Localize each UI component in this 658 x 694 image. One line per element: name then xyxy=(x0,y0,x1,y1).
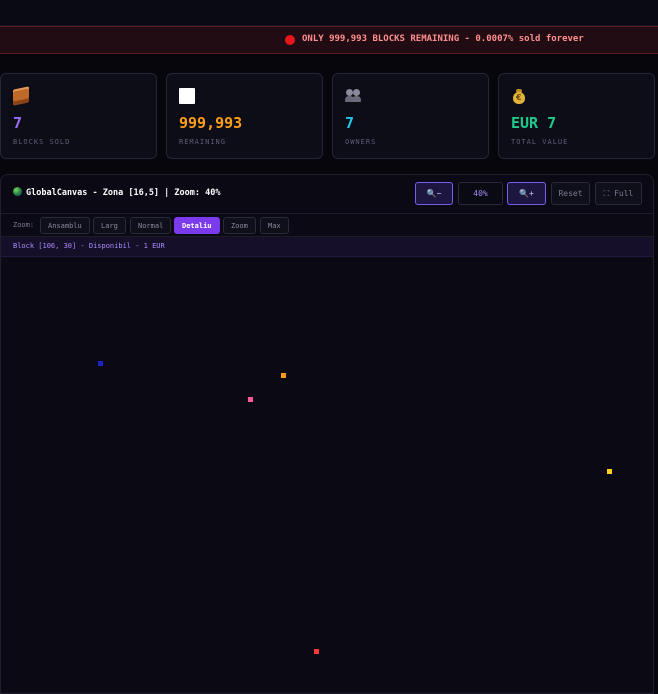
stat-label: BLOCKS SOLD xyxy=(13,138,71,146)
hover-info-bar: Block [106, 30] - Disponibil - 1 EUR xyxy=(1,237,653,257)
zoom-option-ansamblu[interactable]: Ansamblu xyxy=(40,217,90,234)
money-bag-icon: € xyxy=(511,88,527,104)
zoom-option-larg[interactable]: Larg xyxy=(93,217,126,234)
zoom-level-display: 40% xyxy=(458,182,503,205)
canvas-title-text: GlobalCanvas - Zona [16,5] | Zoom: 40% xyxy=(26,188,221,198)
stat-value: 999,993 xyxy=(179,114,243,132)
scarcity-banner: ONLY 999,993 BLOCKS REMAINING - 0.0007% … xyxy=(0,26,658,54)
zoom-level-bar: Zoom: Ansamblu Larg Normal Detaliu Zoom … xyxy=(1,213,653,237)
red-circle-icon xyxy=(285,35,295,45)
white-square-icon xyxy=(179,88,195,104)
sold-block[interactable] xyxy=(98,361,103,366)
hover-info-text: Block [106, 30] - Disponibil - 1 EUR xyxy=(13,242,165,250)
people-icon xyxy=(345,88,361,104)
stat-label: OWNERS xyxy=(345,138,377,146)
zoom-option-detaliu[interactable]: Detaliu xyxy=(174,217,220,234)
stat-label: TOTAL VALUE xyxy=(511,138,569,146)
zoom-option-normal[interactable]: Normal xyxy=(130,217,172,234)
pixel-canvas[interactable] xyxy=(1,257,653,693)
sold-block[interactable] xyxy=(248,397,253,402)
zoom-level-label: Zoom: xyxy=(13,221,35,229)
sold-block[interactable] xyxy=(607,469,612,474)
stat-value: 7 xyxy=(345,114,355,132)
top-navbar xyxy=(0,0,658,26)
stat-card-remaining: 999,993 REMAINING xyxy=(166,73,323,159)
zoom-out-button[interactable]: 🔍− xyxy=(415,182,453,205)
reset-button[interactable]: Reset xyxy=(551,182,590,205)
sold-block[interactable] xyxy=(281,373,286,378)
stat-card-total-value: € EUR 7 TOTAL VALUE xyxy=(498,73,655,159)
globe-icon xyxy=(13,187,22,196)
stat-value: EUR 7 xyxy=(511,114,557,132)
stat-card-owners: 7 OWNERS xyxy=(332,73,489,159)
banner-text: ONLY 999,993 BLOCKS REMAINING - 0.0007% … xyxy=(302,34,584,44)
brick-icon xyxy=(13,86,29,106)
fullscreen-button[interactable]: ⛶ Full xyxy=(595,182,642,205)
zoom-in-button[interactable]: 🔍+ xyxy=(507,182,546,205)
stat-card-blocks-sold: 7 BLOCKS SOLD xyxy=(0,73,157,159)
zoom-option-zoom[interactable]: Zoom xyxy=(223,217,256,234)
sold-block[interactable] xyxy=(314,649,319,654)
stat-value: 7 xyxy=(13,114,23,132)
global-canvas-panel: GlobalCanvas - Zona [16,5] | Zoom: 40% 🔍… xyxy=(0,174,654,694)
zoom-option-max[interactable]: Max xyxy=(260,217,289,234)
stat-label: REMAINING xyxy=(179,138,226,146)
canvas-title: GlobalCanvas - Zona [16,5] | Zoom: 40% xyxy=(13,187,220,198)
